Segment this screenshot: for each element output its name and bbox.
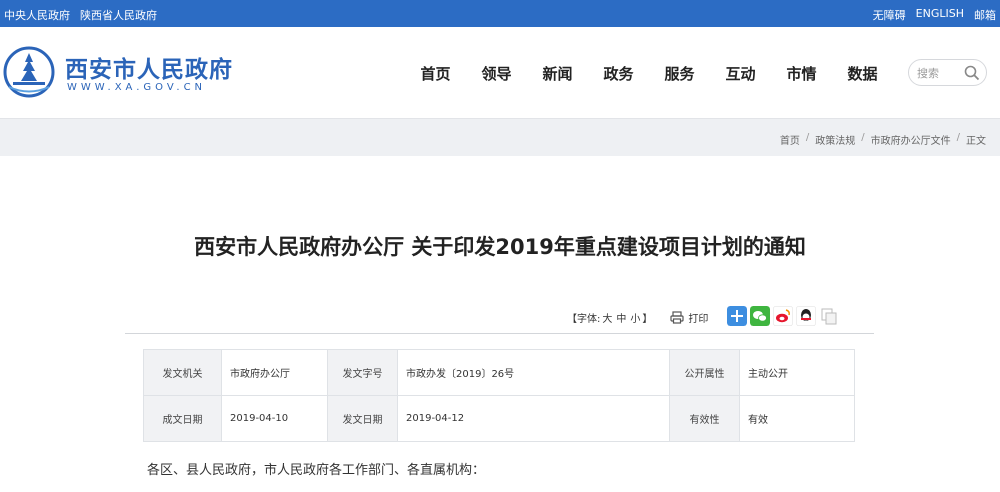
nav-data[interactable]: 数据 <box>832 63 893 84</box>
meta-value-written-date: 2019-04-10 <box>221 395 328 442</box>
meta-key-issue-date: 发文日期 <box>327 395 398 442</box>
document-title: 西安市人民政府办公厅 关于印发2019年重点建设项目计划的通知 <box>194 235 806 259</box>
top-bar: 中央人民政府 陕西省人民政府 无障碍 ENGLISH 邮箱 <box>0 0 1000 27</box>
meta-value-disclosure: 主动公开 <box>739 349 855 396</box>
share-bar <box>727 306 839 326</box>
print-label: 打印 <box>688 313 709 325</box>
table-row: 成文日期 2019-04-10 发文日期 2019-04-12 有效性 有效 <box>143 395 855 442</box>
font-size-small[interactable]: 小 <box>630 310 640 325</box>
top-links-left: 中央人民政府 陕西省人民政府 <box>4 7 157 23</box>
share-plus-icon[interactable] <box>727 306 747 326</box>
nav-city-info[interactable]: 市情 <box>771 63 832 84</box>
search-icon[interactable] <box>963 64 981 82</box>
document-meta-table: 发文机关 市政府办公厅 发文字号 市政办发〔2019〕26号 公开属性 主动公开… <box>143 349 855 442</box>
breadcrumb-current: 正文 <box>966 136 986 147</box>
meta-value-validity: 有效 <box>739 395 855 442</box>
font-size-medium[interactable]: 中 <box>616 310 626 325</box>
breadcrumb-separator: / <box>956 132 960 143</box>
site-header: 西安市人民政府 WWW.XA.GOV.CN 首页 领导 新闻 政务 服务 互动 … <box>0 27 1000 119</box>
meta-key-disclosure: 公开属性 <box>669 349 740 396</box>
print-icon <box>670 310 684 324</box>
weibo-icon[interactable] <box>773 306 793 326</box>
article-card: 西安市人民政府办公厅 关于印发2019年重点建设项目计划的通知 【字体: 大 中… <box>0 156 1000 492</box>
site-title[interactable]: 西安市人民政府 <box>65 50 233 84</box>
nav-services[interactable]: 服务 <box>649 63 710 84</box>
breadcrumb-separator: / <box>861 132 865 143</box>
city-emblem-icon[interactable] <box>3 46 55 98</box>
font-size-end: 】 <box>642 313 653 325</box>
font-size-label: 【字体: <box>567 313 601 325</box>
tools-divider <box>125 333 874 334</box>
meta-value-issuer: 市政府办公厅 <box>221 349 328 396</box>
breadcrumb-separator: / <box>805 132 810 143</box>
breadcrumb-policies[interactable]: 政策法规 <box>815 132 855 147</box>
meta-value-issue-date: 2019-04-12 <box>397 395 670 442</box>
meta-key-issuer: 发文机关 <box>143 349 222 396</box>
table-row: 发文机关 市政府办公厅 发文字号 市政办发〔2019〕26号 公开属性 主动公开 <box>143 349 855 396</box>
nav-government-affairs[interactable]: 政务 <box>588 63 649 84</box>
main-nav: 首页 领导 新闻 政务 服务 互动 市情 数据 <box>405 63 893 84</box>
link-english[interactable]: ENGLISH <box>916 7 964 23</box>
search-box <box>908 59 987 86</box>
link-central-gov[interactable]: 中央人民政府 <box>4 7 70 23</box>
meta-key-validity: 有效性 <box>669 395 740 442</box>
copy-icon[interactable] <box>819 306 839 326</box>
wechat-icon[interactable] <box>750 306 770 326</box>
document-greeting: 各区、县人民政府，市人民政府各工作部门、各直属机构： <box>147 463 486 478</box>
top-links-right: 无障碍 ENGLISH 邮箱 <box>873 7 996 23</box>
nav-interaction[interactable]: 互动 <box>710 63 771 84</box>
print-button[interactable]: 打印 <box>670 310 708 325</box>
qq-icon[interactable] <box>796 306 816 326</box>
link-shaanxi-gov[interactable]: 陕西省人民政府 <box>80 7 157 23</box>
breadcrumb-home[interactable]: 首页 <box>780 132 800 147</box>
meta-value-doc-number: 市政办发〔2019〕26号 <box>397 349 670 396</box>
breadcrumb: 首页 / 政策法规 / 市政府办公厅文件 / 正文 <box>780 132 986 147</box>
site-url: WWW.XA.GOV.CN <box>67 82 207 93</box>
link-accessibility[interactable]: 无障碍 <box>873 7 906 23</box>
meta-key-doc-number: 发文字号 <box>327 349 398 396</box>
meta-key-written-date: 成文日期 <box>143 395 222 442</box>
breadcrumb-office-docs[interactable]: 市政府办公厅文件 <box>871 132 951 147</box>
link-mail[interactable]: 邮箱 <box>974 7 996 23</box>
font-size-large[interactable]: 大 <box>602 310 612 325</box>
nav-news[interactable]: 新闻 <box>527 63 588 84</box>
nav-home[interactable]: 首页 <box>405 63 466 84</box>
article-tools: 【字体: 大 中 小 】 打印 <box>567 307 708 327</box>
search-input[interactable] <box>917 64 961 82</box>
nav-leaders[interactable]: 领导 <box>466 63 527 84</box>
